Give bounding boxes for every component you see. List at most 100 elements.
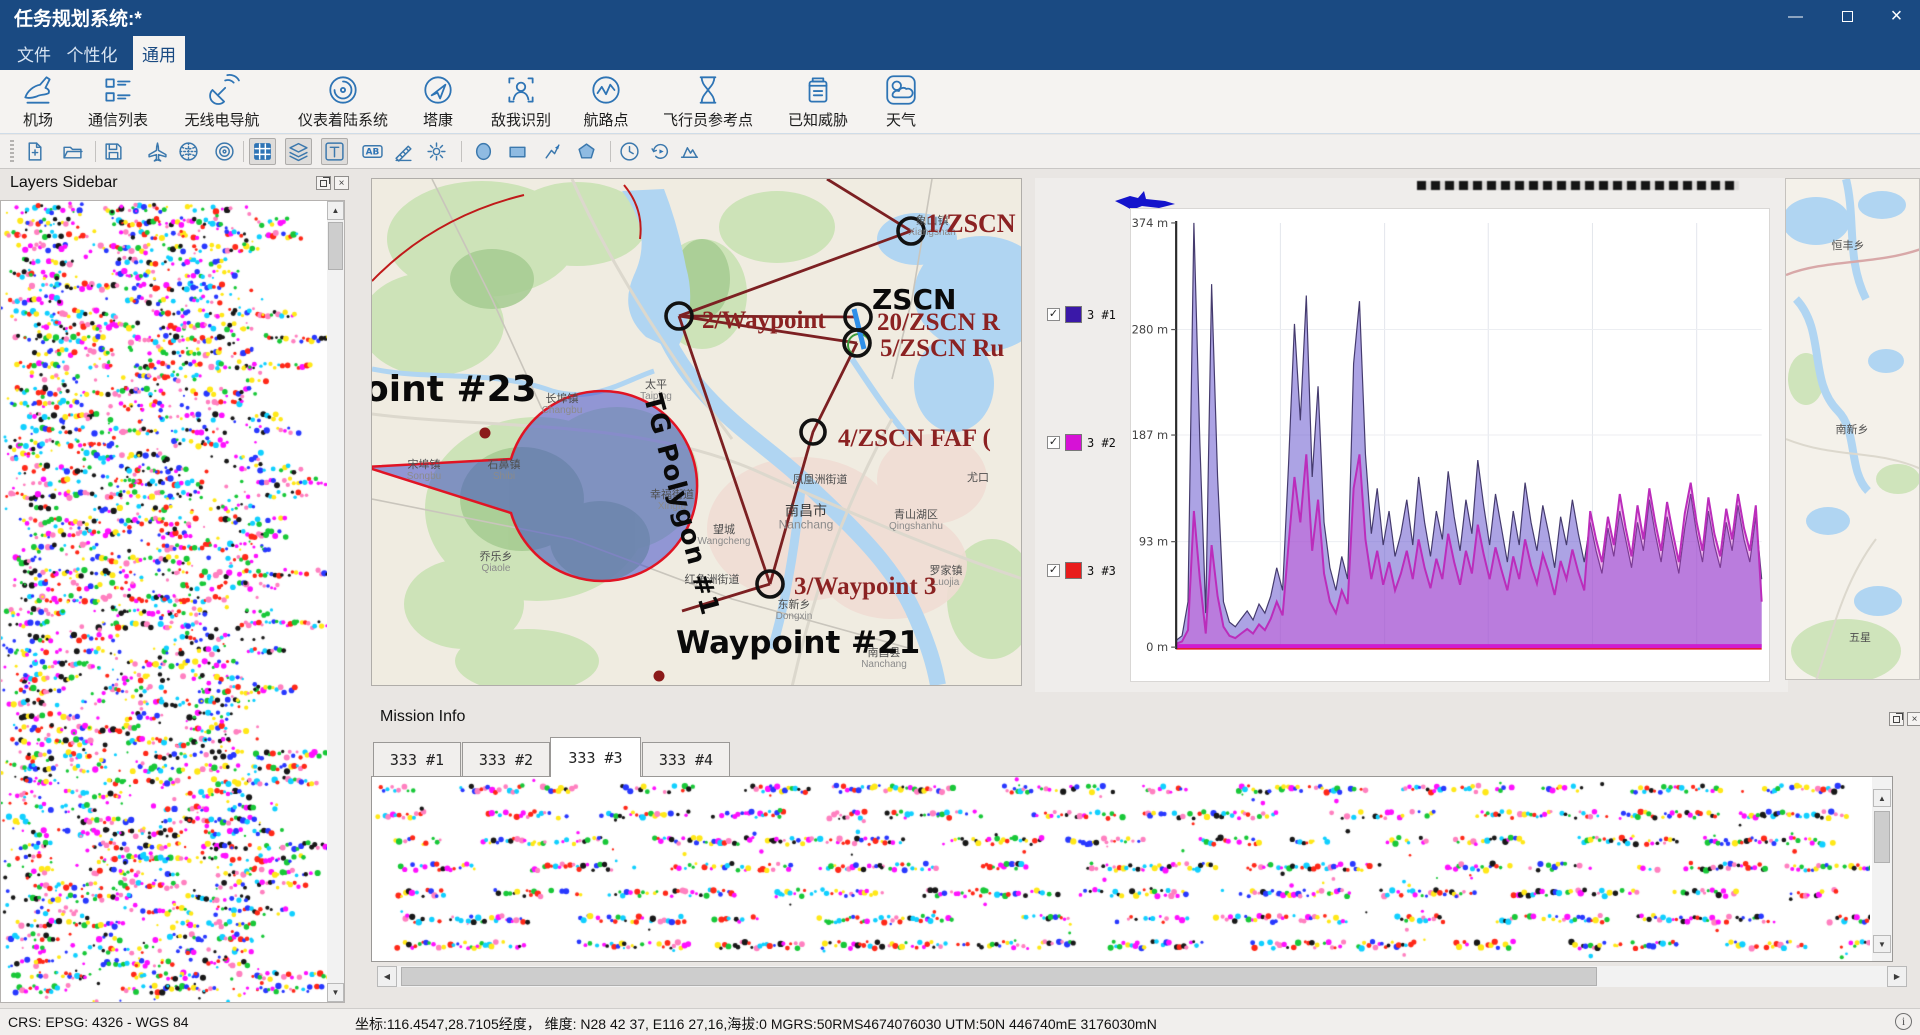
maximize-icon bbox=[1842, 11, 1853, 22]
mission-tab-333-1[interactable]: 333 #1 bbox=[373, 742, 461, 777]
mission-tab-333-3[interactable]: 333 #3 bbox=[550, 737, 641, 777]
rectangle-shape-icon bbox=[507, 141, 528, 162]
mission-horizontal-scrollbar[interactable]: ◀ ▶ bbox=[377, 966, 1907, 987]
weather-icon bbox=[883, 72, 919, 108]
layers-tree-content[interactable]: ▲ ▼ bbox=[0, 200, 345, 1003]
radar-scan-icon bbox=[178, 141, 199, 162]
ruler-button[interactable] bbox=[390, 138, 417, 165]
info-icon[interactable]: i bbox=[1895, 1013, 1912, 1030]
pilot-ref-icon bbox=[690, 72, 726, 108]
ribbon-item-weather[interactable]: 天气 bbox=[836, 72, 966, 134]
scroll-down-button[interactable]: ▼ bbox=[1873, 935, 1891, 953]
iff-icon bbox=[503, 72, 539, 108]
legend-item-1: ✓3 #1 bbox=[1047, 306, 1116, 323]
mission-close-button[interactable]: × bbox=[1907, 712, 1920, 726]
aircraft-button[interactable] bbox=[144, 138, 171, 165]
lightning-route-icon bbox=[542, 141, 563, 162]
mission-table-anonymized[interactable] bbox=[372, 777, 1870, 961]
target-rings-icon bbox=[214, 141, 235, 162]
mission-table-content[interactable]: ▲ ▼ bbox=[371, 776, 1893, 962]
svg-text:AB: AB bbox=[366, 148, 380, 158]
scroll-right-button[interactable]: ▶ bbox=[1887, 966, 1907, 987]
scroll-thumb[interactable] bbox=[1874, 811, 1890, 863]
label-ab-button[interactable]: AB bbox=[359, 138, 386, 165]
ribbon-item-radio-nav[interactable]: 无线电导航 bbox=[157, 72, 287, 134]
layers-button[interactable] bbox=[285, 138, 312, 165]
redacted-profile-title bbox=[1417, 181, 1739, 190]
comm-list-icon bbox=[100, 72, 136, 108]
rectangle-shape-button[interactable] bbox=[504, 138, 531, 165]
menu-tab-general[interactable]: 通用 bbox=[133, 36, 185, 70]
svg-text:280 m: 280 m bbox=[1132, 323, 1169, 337]
scroll-up-button[interactable]: ▲ bbox=[327, 201, 344, 220]
scroll-up-button[interactable]: ▲ bbox=[1873, 789, 1891, 807]
close-button[interactable]: × bbox=[1873, 0, 1920, 33]
radar-scan-button[interactable] bbox=[175, 138, 202, 165]
layers-tree-anonymized[interactable] bbox=[1, 201, 327, 1002]
minimize-button[interactable]: — bbox=[1772, 0, 1819, 33]
menu-tab-file[interactable]: 文件 bbox=[8, 36, 60, 70]
settings-button[interactable] bbox=[423, 138, 450, 165]
open-folder-button[interactable] bbox=[59, 138, 86, 165]
mission-tab-333-2[interactable]: 333 #2 bbox=[462, 742, 550, 777]
svg-text:0 m: 0 m bbox=[1146, 640, 1168, 654]
terrain-alert-icon bbox=[679, 141, 700, 162]
scroll-left-button[interactable]: ◀ bbox=[377, 966, 397, 987]
ellipse-shape-button[interactable] bbox=[470, 138, 497, 165]
polygon-shape-icon bbox=[576, 141, 597, 162]
grid-icon bbox=[252, 141, 273, 162]
airport-icon bbox=[20, 72, 56, 108]
ruler-icon bbox=[393, 141, 414, 162]
save-icon bbox=[103, 141, 124, 162]
new-file-button[interactable] bbox=[21, 138, 48, 165]
mission-tab-333-4[interactable]: 333 #4 bbox=[642, 742, 730, 777]
quick-toolbar: AB bbox=[0, 135, 1920, 169]
layers-sidebar-title: Layers Sidebar bbox=[10, 174, 118, 192]
scroll-thumb[interactable] bbox=[401, 967, 1597, 986]
sidebar-float-button[interactable] bbox=[316, 176, 331, 190]
series-color-swatch bbox=[1065, 562, 1082, 579]
series-visibility-checkbox[interactable]: ✓ bbox=[1047, 564, 1060, 577]
scroll-down-button[interactable]: ▼ bbox=[327, 983, 344, 1002]
legend-item-2: ✓3 #2 bbox=[1047, 434, 1116, 451]
toolbar-separator bbox=[95, 141, 96, 162]
toolbar-grip[interactable] bbox=[10, 140, 14, 164]
mission-vertical-scrollbar[interactable]: ▲ ▼ bbox=[1872, 777, 1892, 961]
text-annotation-button[interactable] bbox=[321, 138, 348, 165]
coords-status: 坐标:116.4547,28.7105经度， 维度: N28 42 37, E1… bbox=[355, 1014, 1157, 1034]
settings-icon bbox=[426, 141, 447, 162]
titlebar: 任务规划系统:* — × 文件 个性化 通用 bbox=[0, 0, 1920, 70]
sidebar-close-button[interactable]: × bbox=[334, 176, 349, 190]
restore-icon bbox=[320, 180, 327, 187]
scroll-thumb[interactable] bbox=[328, 222, 343, 270]
mission-info-title: Mission Info bbox=[380, 708, 465, 726]
time-history-icon bbox=[650, 141, 671, 162]
series-label: 3 #3 bbox=[1087, 564, 1116, 578]
sidebar-scrollbar[interactable]: ▲ ▼ bbox=[327, 201, 344, 1002]
maximize-button[interactable] bbox=[1824, 0, 1871, 33]
lightning-route-button[interactable] bbox=[539, 138, 566, 165]
series-visibility-checkbox[interactable]: ✓ bbox=[1047, 308, 1060, 321]
toolbar-separator bbox=[461, 141, 462, 162]
aircraft-icon bbox=[147, 141, 168, 162]
menu-tab-personalize[interactable]: 个性化 bbox=[60, 36, 124, 70]
main-map[interactable]: 象山镇Xiangshan太平Taiping长埠镇Changbu宋埠镇Songbu… bbox=[371, 178, 1022, 686]
secondary-map[interactable]: 恒丰乡南新乡五星 bbox=[1785, 178, 1920, 680]
series-visibility-checkbox[interactable]: ✓ bbox=[1047, 436, 1060, 449]
window-title: 任务规划系统:* bbox=[14, 4, 142, 31]
save-button[interactable] bbox=[100, 138, 127, 165]
restore-icon bbox=[1893, 716, 1900, 723]
mission-planning-window: 任务规划系统:* — × 文件 个性化 通用 机场通信列表无线电导航仪表着陆系统… bbox=[0, 0, 1920, 1035]
series-color-swatch bbox=[1065, 434, 1082, 451]
mission-float-button[interactable] bbox=[1889, 712, 1904, 726]
legend-item-3: ✓ 3 #3 bbox=[1047, 562, 1116, 579]
clock-button[interactable] bbox=[616, 138, 643, 165]
time-history-button[interactable] bbox=[647, 138, 674, 165]
grid-button[interactable] bbox=[249, 138, 276, 165]
target-rings-button[interactable] bbox=[211, 138, 238, 165]
radio-nav-icon bbox=[204, 72, 240, 108]
polygon-shape-button[interactable] bbox=[573, 138, 600, 165]
svg-text:93 m: 93 m bbox=[1139, 535, 1168, 549]
toolbar-separator bbox=[610, 141, 611, 162]
terrain-alert-button[interactable] bbox=[676, 138, 703, 165]
